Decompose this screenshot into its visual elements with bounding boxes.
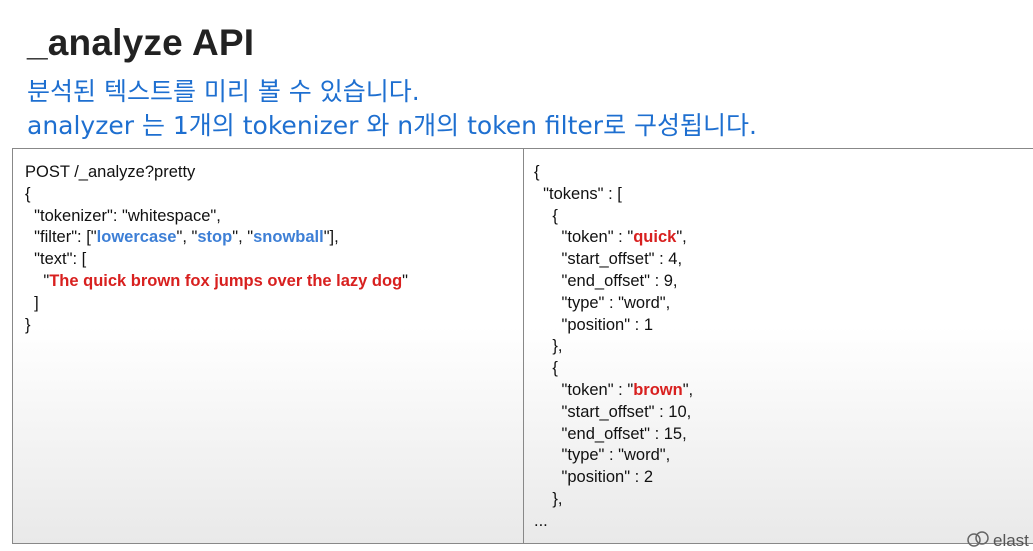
token-quick: quick [633, 228, 677, 247]
request-line: ] [25, 293, 39, 312]
slide-title: _analyze API [27, 22, 255, 63]
slide-subtitle-line1: 분석된 텍스트를 미리 볼 수 있습니다. [27, 77, 420, 106]
response-line: "position" : 2 [534, 468, 654, 487]
request-line: POST /_analyze?pretty [25, 163, 196, 181]
request-line: "tokenizer": "whitespace", [25, 206, 221, 225]
code-text: "token" : " [534, 380, 634, 399]
response-line: { [534, 163, 540, 181]
response-line: "end_offset" : 15, [534, 424, 687, 443]
response-line: "tokens" : [ [534, 184, 622, 203]
filter-stop: stop [197, 228, 233, 247]
code-text: "filter": [" [25, 228, 97, 247]
response-line: { [534, 206, 558, 225]
response-line: { [534, 359, 558, 378]
logo-text: elast [993, 531, 1029, 550]
response-line: "start_offset" : 4, [534, 250, 683, 269]
request-line: "text": [ [25, 250, 87, 269]
code-text: " [402, 271, 409, 290]
code-text: ", " [232, 228, 254, 247]
slide-subtitle-line2: analyzer 는 1개의 tokenizer 와 n개의 token fil… [27, 111, 757, 140]
code-text: " [25, 271, 50, 290]
text-value: The quick brown fox jumps over the lazy … [49, 271, 403, 290]
response-line: "end_offset" : 9, [534, 271, 678, 290]
response-token-line: "token" : "quick", [534, 227, 1033, 249]
response-token-line: "token" : "brown", [534, 380, 1033, 402]
response-ellipsis: ... [534, 511, 548, 530]
code-text: ", " [176, 228, 198, 247]
elastic-logo: elast [966, 528, 1033, 550]
filter-snowball: snowball [253, 228, 324, 247]
request-line: { [25, 184, 31, 203]
code-text: "token" : " [534, 228, 634, 247]
response-code-panel: { "tokens" : [ { "token" : "quick", "sta… [523, 148, 1033, 544]
request-code-panel: POST /_analyze?pretty { "tokenizer": "wh… [12, 148, 524, 544]
request-filter-line: "filter": ["lowercase", "stop", "snowbal… [25, 227, 523, 249]
request-line: } [25, 315, 31, 334]
response-line: }, [534, 489, 563, 508]
token-brown: brown [633, 380, 683, 399]
response-line: "type" : "word", [534, 293, 671, 312]
response-line: "position" : 1 [534, 315, 654, 334]
response-line: "start_offset" : 10, [534, 402, 692, 421]
filter-lowercase: lowercase [96, 228, 177, 247]
code-text: ", [682, 380, 694, 399]
code-text: ", [676, 228, 687, 247]
code-text: "], [323, 228, 339, 247]
response-line: }, [534, 337, 563, 356]
response-line: "type" : "word", [534, 446, 671, 465]
request-text-line: "The quick brown fox jumps over the lazy… [25, 271, 523, 293]
elastic-cluster-icon [967, 531, 989, 547]
